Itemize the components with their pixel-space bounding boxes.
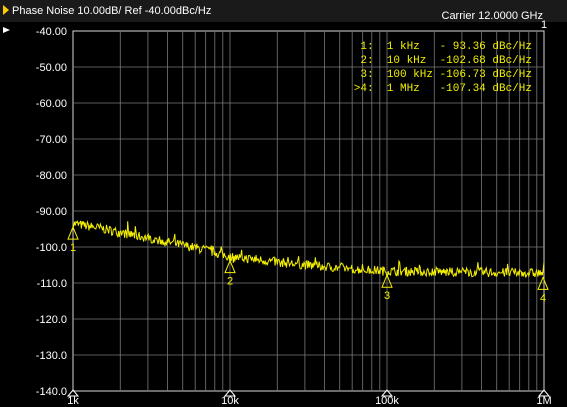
x-tick-label: 1M bbox=[536, 395, 551, 407]
marker-label: 2 bbox=[227, 276, 233, 288]
y-tick-label: -60.00 bbox=[36, 98, 67, 110]
x-tick-label: 1k bbox=[67, 395, 79, 407]
x-axis-ticks: 1k 10k 100k 1M bbox=[66, 389, 552, 407]
x-tick-label: 100k bbox=[375, 395, 399, 407]
y-axis-ticks: -40.00 -50.00 -60.00 -70.00 -80.00 -90.00 -100… bbox=[36, 26, 67, 398]
y-tick-label: -50.00 bbox=[36, 62, 67, 74]
phase-noise-screen: Phase Noise 10.00dB/ Ref -40.00dBc/Hz Ca… bbox=[0, 0, 567, 407]
marker-readout-row: >4: 1 MHz -107.34 dBc/Hz bbox=[354, 83, 532, 95]
header-title: Phase Noise 10.00dB/ Ref -40.00dBc/Hz bbox=[12, 5, 211, 17]
ref-level-arrow-icon bbox=[3, 27, 10, 33]
y-tick-label: -130.0 bbox=[36, 350, 67, 362]
y-tick-label: -40.00 bbox=[36, 26, 67, 38]
y-tick-label: -70.00 bbox=[36, 134, 67, 146]
y-tick-label: -80.00 bbox=[36, 170, 67, 182]
marker-label: 4 bbox=[540, 292, 546, 304]
marker-label: 1 bbox=[70, 242, 76, 254]
marker-label: 3 bbox=[384, 290, 390, 302]
y-tick-label: -140.0 bbox=[36, 386, 67, 398]
x-tick-label: 10k bbox=[221, 395, 239, 407]
marker-readout-row: 1: 1 kHz - 93.36 dBc/Hz bbox=[360, 41, 532, 53]
y-tick-label: -110.0 bbox=[37, 278, 67, 290]
y-tick-label: -100.0 bbox=[36, 242, 67, 254]
phase-noise-plot: Phase Noise 10.00dB/ Ref -40.00dBc/Hz Ca… bbox=[0, 0, 567, 407]
y-tick-label: -120.0 bbox=[36, 314, 67, 326]
channel-tag: 1 bbox=[541, 19, 547, 31]
marker-readout-row: 2: 10 kHz -102.68 dBc/Hz bbox=[360, 55, 532, 67]
y-tick-label: -90.00 bbox=[36, 206, 67, 218]
marker-readout-row: 3: 100 kHz -106.73 dBc/Hz bbox=[360, 69, 532, 81]
header-carrier: Carrier 12.0000 GHz bbox=[442, 10, 544, 22]
